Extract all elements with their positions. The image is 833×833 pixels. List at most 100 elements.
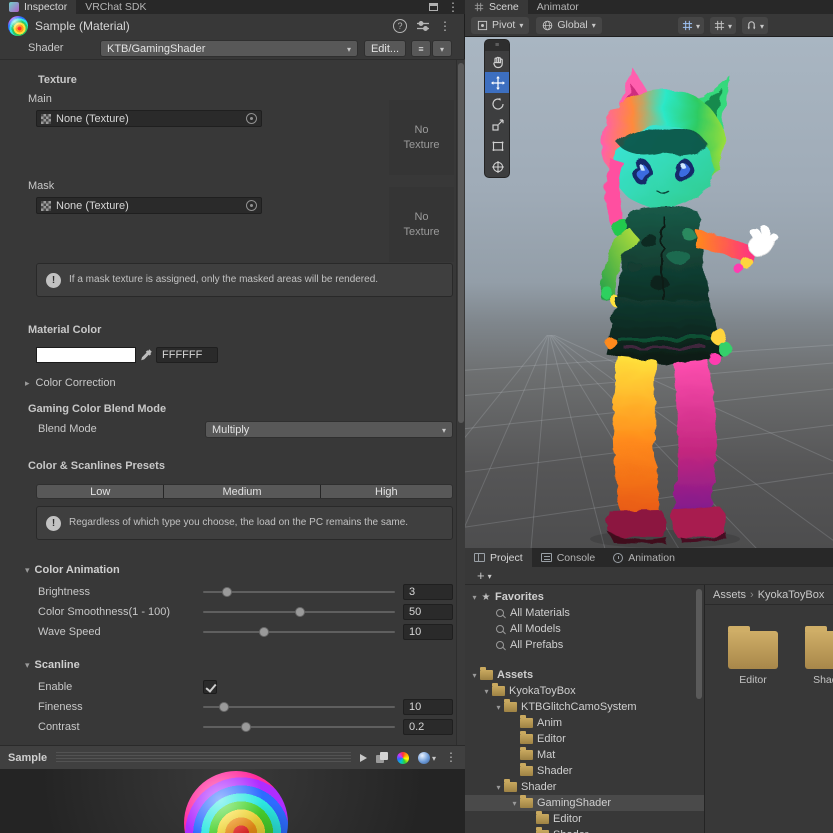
grid-visibility-dropdown[interactable] (677, 17, 704, 34)
foldout-arrow-icon[interactable] (481, 687, 492, 696)
foldout-arrow-icon[interactable] (493, 703, 504, 712)
contrast-field[interactable]: 0.2 (403, 719, 453, 735)
project-tree-scrollbar[interactable] (696, 587, 703, 831)
foldout-arrow-icon[interactable] (469, 671, 480, 680)
breadcrumb-current[interactable]: KyokaToyBox (758, 589, 825, 601)
view-hand-tool-button[interactable] (485, 51, 509, 72)
main-texture-preview[interactable]: No Texture (389, 100, 454, 175)
tree-item-mat[interactable]: Mat (465, 747, 704, 763)
folder-tile-editor[interactable]: Editor (725, 626, 781, 686)
main-texture-field[interactable]: None (Texture) (36, 110, 262, 127)
foldout-arrow-icon[interactable] (509, 799, 520, 808)
scene-viewport[interactable] (465, 37, 833, 548)
inspector-scrollbar[interactable] (456, 60, 465, 745)
fineness-field[interactable]: 10 (403, 699, 453, 715)
slider-handle[interactable] (222, 587, 232, 597)
blend-mode-dropdown[interactable]: Multiply (205, 421, 453, 438)
tab-vrchat-sdk[interactable]: VRChat SDK (76, 0, 155, 14)
scale-tool-button[interactable] (485, 114, 509, 135)
favorites-item-all-materials[interactable]: All Materials (465, 605, 704, 621)
chevron-down-icon[interactable] (488, 570, 492, 582)
color-animation-foldout[interactable]: Color Animation (25, 564, 120, 576)
breadcrumb-root[interactable]: Assets (713, 589, 746, 601)
character-model[interactable] (465, 37, 833, 548)
rect-tool-button[interactable] (485, 135, 509, 156)
scrollbar-thumb[interactable] (696, 589, 702, 699)
panel-menu-icon[interactable] (447, 1, 459, 14)
color-smoothness-slider[interactable] (203, 604, 395, 620)
tree-item-shader-2[interactable]: Shader (465, 779, 704, 795)
material-preview-sphere[interactable] (184, 771, 288, 833)
preview-drag-handle[interactable] (56, 751, 351, 764)
shader-more-button[interactable] (432, 40, 452, 57)
slider-track[interactable] (203, 631, 395, 633)
pivot-dropdown[interactable]: Pivot (471, 16, 530, 34)
preview-shape-dropdown[interactable] (417, 751, 436, 764)
tree-item-editor[interactable]: Editor (465, 731, 704, 747)
tab-animation[interactable]: Animation (604, 548, 684, 567)
foldout-arrow-icon[interactable] (493, 783, 504, 792)
tab-scene[interactable]: Scene (465, 0, 528, 14)
favorites-item-all-models[interactable]: All Models (465, 621, 704, 637)
foldout-arrow-icon[interactable] (469, 593, 480, 602)
shader-edit-button[interactable]: Edit... (364, 40, 406, 57)
play-icon[interactable] (359, 753, 367, 762)
help-icon[interactable] (393, 19, 407, 33)
tab-animator[interactable]: Animator (528, 0, 588, 14)
hex-color-field[interactable]: FFFFFF (156, 347, 218, 363)
slider-handle[interactable] (259, 627, 270, 637)
material-color-swatch[interactable] (36, 347, 136, 363)
slider-handle[interactable] (294, 607, 305, 617)
scrollbar-thumb[interactable] (458, 63, 464, 423)
brightness-field[interactable]: 3 (403, 584, 453, 600)
favorites-item-all-prefabs[interactable]: All Prefabs (465, 637, 704, 653)
maximize-icon[interactable] (429, 3, 438, 11)
brightness-slider[interactable] (203, 584, 395, 600)
preset-high-button[interactable]: High (320, 485, 452, 498)
overlay-grip-icon[interactable] (485, 40, 509, 51)
tree-item-shader[interactable]: Shader (465, 763, 704, 779)
color-channels-icon[interactable] (396, 751, 409, 764)
preset-medium-button[interactable]: Medium (164, 485, 320, 498)
tree-item-ktbglitchcamosystem[interactable]: KTBGlitchCamoSystem (465, 699, 704, 715)
slider-track[interactable] (203, 706, 395, 708)
object-picker-icon[interactable] (246, 113, 257, 124)
shader-list-button[interactable]: ≡ (411, 40, 431, 57)
color-smoothness-field[interactable]: 50 (403, 604, 453, 620)
folder-tile-shader[interactable]: Shader (802, 626, 833, 686)
mask-texture-field[interactable]: None (Texture) (36, 197, 262, 214)
tab-console[interactable]: Console (532, 548, 605, 567)
shader-dropdown[interactable]: KTB/GamingShader (100, 40, 358, 57)
tree-item-kyokatoybox[interactable]: KyokaToyBox (465, 683, 704, 699)
slider-handle[interactable] (219, 702, 230, 712)
material-menu-icon[interactable] (439, 20, 451, 33)
mask-texture-preview[interactable]: No Texture (389, 187, 454, 262)
snap-increment-dropdown[interactable] (741, 17, 768, 34)
tree-item-editor-2[interactable]: Editor (465, 811, 704, 827)
presets-icon[interactable] (416, 19, 430, 33)
rotate-tool-button[interactable] (485, 93, 509, 114)
move-tool-button[interactable] (485, 72, 509, 93)
layers-icon[interactable] (375, 751, 388, 764)
favorites-header[interactable]: Favorites (465, 589, 704, 605)
contrast-slider[interactable] (203, 719, 395, 735)
tab-project[interactable]: Project (465, 548, 532, 567)
tab-inspector[interactable]: Inspector (0, 0, 77, 14)
scanline-foldout[interactable]: Scanline (25, 659, 80, 671)
material-preview-area[interactable] (0, 769, 465, 833)
tree-item-anim[interactable]: Anim (465, 715, 704, 731)
object-picker-icon[interactable] (246, 200, 257, 211)
scanline-enable-checkbox[interactable] (203, 680, 217, 694)
create-button[interactable]: + (477, 568, 485, 583)
slider-track[interactable] (203, 726, 395, 728)
tree-item-gamingshader[interactable]: GamingShader (465, 795, 704, 811)
color-correction-foldout[interactable]: Color Correction (25, 377, 116, 389)
wave-speed-field[interactable]: 10 (403, 624, 453, 640)
global-dropdown[interactable]: Global (536, 16, 602, 34)
tree-item-assets[interactable]: Assets (465, 667, 704, 683)
wave-speed-slider[interactable] (203, 624, 395, 640)
grid-snapping-dropdown[interactable] (709, 17, 736, 34)
tree-item-shader-3[interactable]: Shader (465, 827, 704, 833)
preset-low-button[interactable]: Low (37, 485, 164, 498)
eyedropper-icon[interactable] (140, 348, 153, 362)
